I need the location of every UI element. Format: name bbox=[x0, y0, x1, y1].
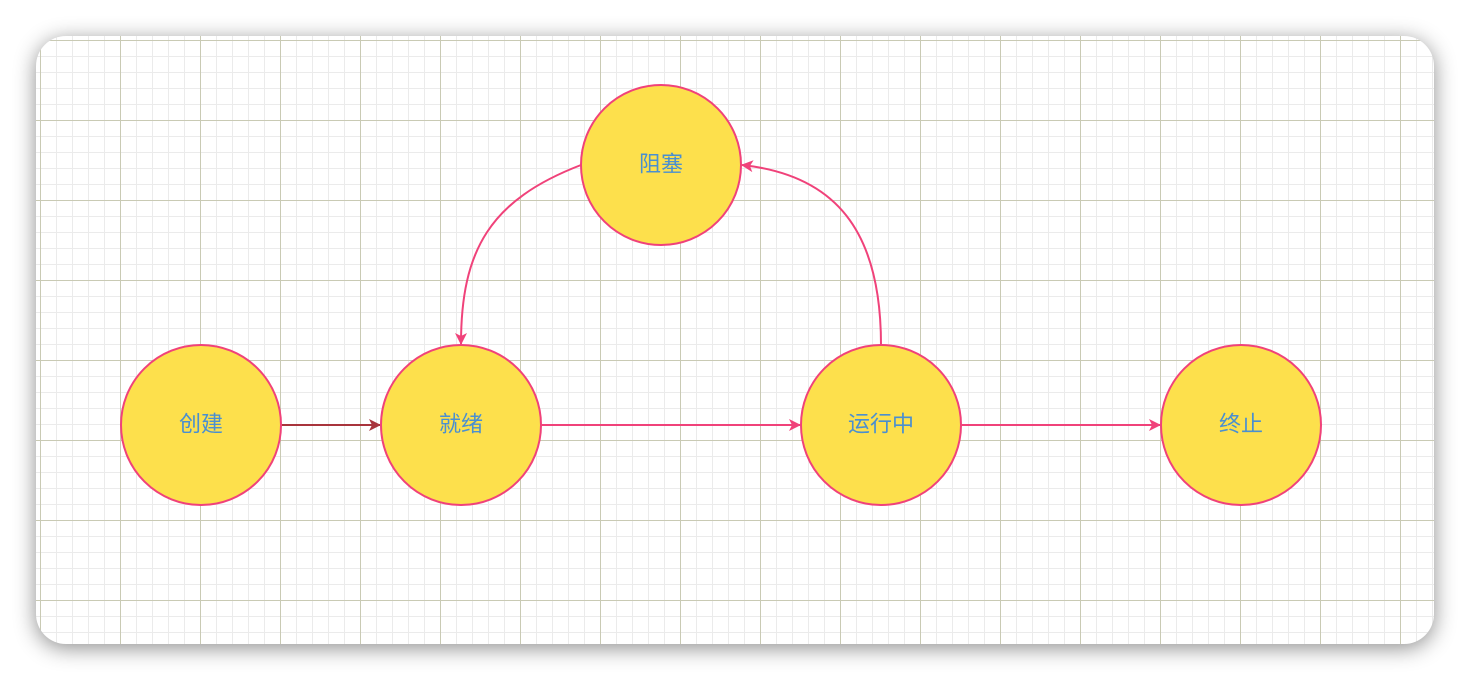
edge-blocked-to-ready bbox=[455, 164, 582, 345]
node-running: 运行中 bbox=[800, 344, 962, 506]
node-blocked: 阻塞 bbox=[580, 84, 742, 246]
node-running-label: 运行中 bbox=[848, 413, 914, 438]
node-create-label: 创建 bbox=[179, 413, 223, 438]
node-create: 创建 bbox=[120, 344, 282, 506]
node-ready: 就绪 bbox=[380, 344, 542, 506]
node-ready-label: 就绪 bbox=[439, 413, 483, 438]
edge-running-to-blocked bbox=[741, 160, 882, 346]
node-terminated-label: 终止 bbox=[1219, 413, 1263, 438]
diagram-stage: 创建 就绪 运行中 阻塞 终止 bbox=[0, 0, 1470, 680]
node-terminated: 终止 bbox=[1160, 344, 1322, 506]
state-diagram: 创建 就绪 运行中 阻塞 终止 bbox=[120, 84, 1322, 506]
node-blocked-label: 阻塞 bbox=[639, 153, 683, 178]
